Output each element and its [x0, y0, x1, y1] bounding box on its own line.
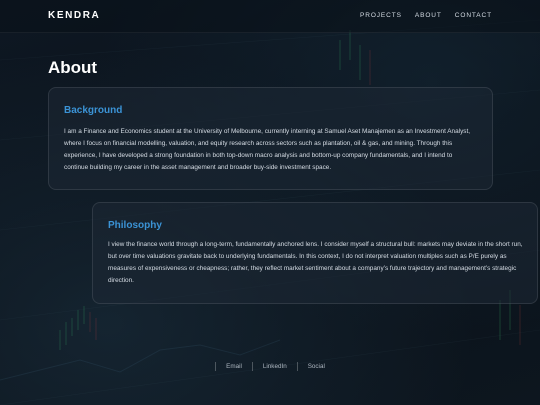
background-heading: Background — [64, 105, 123, 116]
brand-logo[interactable]: KENDRA — [48, 10, 100, 21]
philosophy-heading: Philosophy — [108, 220, 162, 231]
footer-link-linkedin[interactable]: LinkedIn — [263, 362, 287, 371]
top-navigation-bar: KENDRA PROJECTS ABOUT CONTACT — [0, 0, 540, 33]
nav-link-about[interactable]: ABOUT — [415, 12, 442, 19]
background-card: Background I am a Finance and Economics … — [48, 87, 493, 190]
footer-link-email[interactable]: Email — [226, 362, 242, 371]
philosophy-card: Philosophy I view the finance world thro… — [92, 202, 538, 304]
page-title: About — [48, 58, 98, 77]
philosophy-text: I view the finance world through a long-… — [108, 241, 523, 284]
nav-link-contact[interactable]: CONTACT — [455, 12, 492, 19]
footer-links: Email LinkedIn Social — [0, 362, 540, 371]
footer-divider — [215, 362, 217, 371]
footer-divider — [251, 362, 253, 371]
footer-link-social[interactable]: Social — [308, 362, 325, 371]
nav-link-projects[interactable]: PROJECTS — [360, 12, 402, 19]
nav-menu: PROJECTS ABOUT CONTACT — [360, 12, 492, 19]
footer-divider — [296, 362, 298, 371]
background-text: I am a Finance and Economics student at … — [64, 128, 471, 171]
